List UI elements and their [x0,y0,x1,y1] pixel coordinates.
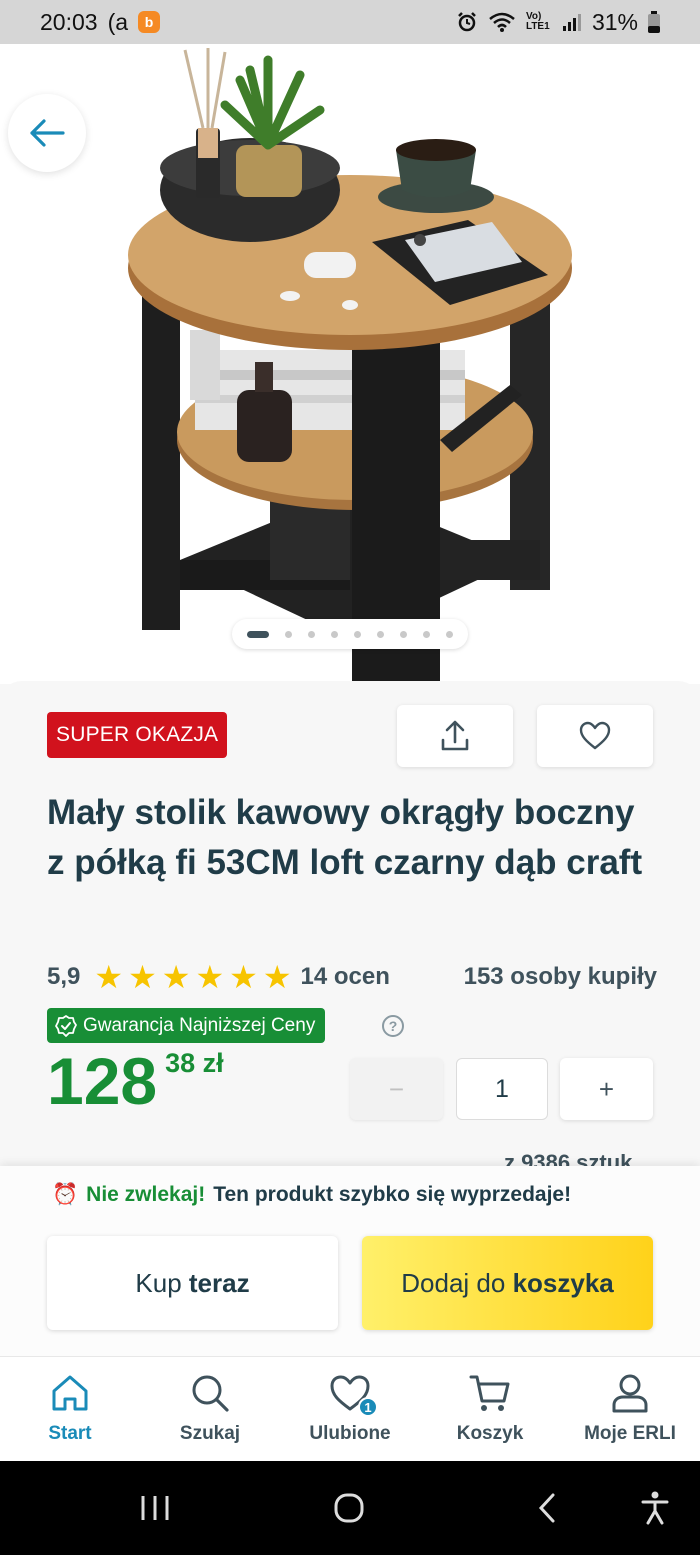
alarm-icon [458,12,476,32]
nav-label: Koszyk [456,1423,524,1444]
share-button[interactable] [397,705,513,767]
carousel-dot[interactable] [308,630,315,638]
quantity-input[interactable]: 1 [456,1058,548,1120]
home-icon [52,1375,88,1411]
guarantee-label: Gwarancja Najniższej Ceny [83,1014,316,1036]
add-to-cart-label-bold: koszyka [512,1267,614,1298]
add-to-cart-label: Dodaj do [401,1267,513,1298]
status-bar: 20:03 (a b Vo) LTE1 31% [0,0,700,44]
nav-item-account[interactable]: Moje ERLI [560,1357,700,1461]
carousel-dot[interactable] [247,630,269,638]
urgency-strong: Nie zwlekaj! [86,1183,206,1206]
star-icon: ★ [262,959,292,995]
network-label: Vo) LTE1 [525,11,550,32]
buy-now-button[interactable]: Kup teraz [47,1236,338,1330]
price-integer: 128 [47,1044,158,1118]
bottom-navigation: Start Szukaj 1 Ulubione Koszyk Moje ERLI [0,1356,700,1461]
product-image-carousel[interactable] [0,44,700,684]
home-button[interactable] [314,1461,384,1555]
accessibility-button[interactable] [620,1461,690,1555]
star-icon: ★ [229,959,258,995]
star-icon: ★ [161,959,191,995]
nav-label: Ulubione [309,1423,391,1444]
product-photo [128,48,572,681]
wifi-icon [489,12,515,32]
chevron-left-icon [538,1493,555,1523]
add-to-cart-button[interactable]: Dodaj do koszyka [362,1236,653,1330]
price: 128 38 zł [47,1045,224,1117]
search-icon [192,1375,229,1412]
carousel-dot[interactable] [423,630,430,638]
app-indicator-icon: (a [107,8,129,35]
app-badge-icon: b [138,11,161,33]
product-title: Mały stolik kawowy okrągły boczny z półk… [47,793,643,882]
urgency-message: ⏰ Nie zwlekaj! Ten produkt szybko się wy… [52,1183,571,1207]
rating-stars: ★ ★ ★ ★ ★ ★ [94,961,291,993]
nav-item-cart[interactable]: Koszyk [420,1357,560,1461]
carousel-dot[interactable] [331,630,338,638]
star-icon: ★ [195,959,225,995]
check-badge-icon [55,1014,77,1037]
back-system-button[interactable] [512,1461,582,1555]
favorites-count-badge: 1 [358,1397,378,1417]
recent-apps-icon [141,1496,169,1520]
reviews-count[interactable]: 14 ocen [301,963,390,991]
carousel-dot[interactable] [400,630,407,638]
carousel-dot[interactable] [354,630,361,638]
nav-item-start[interactable]: Start [0,1357,140,1461]
nav-label: Start [48,1423,92,1444]
rating-row: 5,9 ★ ★ ★ ★ ★ ★ 14 ocen 153 osoby kupiły [47,958,657,996]
carousel-dot[interactable] [377,630,384,638]
help-icon[interactable]: ? [382,1015,404,1037]
favorites-icon-wrap: 1 [328,1371,378,1417]
nav-item-search[interactable]: Szukaj [140,1357,280,1461]
star-icon: ★ [94,959,124,995]
battery-icon [648,11,660,33]
status-right: Vo) LTE1 31% [456,9,660,36]
favorite-button[interactable] [537,705,653,767]
user-icon [612,1374,648,1413]
urgency-text: Ten produkt szybko się wyprzedaje! [213,1183,572,1206]
carousel-dot[interactable] [446,630,453,638]
recent-apps-button[interactable] [120,1461,190,1555]
star-icon: ★ [128,959,157,995]
accessibility-icon [641,1491,669,1525]
share-icon [441,720,469,751]
back-button[interactable] [8,94,86,172]
nav-item-favorites[interactable]: 1 Ulubione [280,1357,420,1461]
clock: 20:03 [40,8,98,35]
arrow-left-icon [30,119,65,147]
carousel-pagination [232,619,468,649]
alarm-clock-icon: ⏰ [52,1183,79,1206]
nav-label: Moje ERLI [584,1423,676,1444]
quantity-decrease-button[interactable]: − [350,1058,443,1120]
promo-badge: SUPER OKAZJA [47,712,228,758]
price-fraction: 38 zł [165,1048,224,1078]
buy-now-label-bold: teraz [188,1267,250,1298]
status-left: 20:03 (a b [40,8,161,36]
heart-icon [579,721,611,750]
lowest-price-guarantee-badge[interactable]: Gwarancja Najniższej Ceny [47,1008,326,1043]
carousel-dot[interactable] [285,630,292,638]
signal-icon [562,14,581,31]
home-circle-icon [334,1493,364,1523]
battery-percent: 31% [591,8,638,35]
nav-label: Szukaj [179,1423,241,1444]
cart-icon [469,1375,510,1411]
quantity-increase-button[interactable]: + [560,1058,653,1120]
buy-now-label: Kup [135,1267,189,1298]
bought-count: 153 osoby kupiły [463,963,657,990]
system-navigation-bar [0,1461,700,1555]
rating-value: 5,9 [47,963,81,990]
